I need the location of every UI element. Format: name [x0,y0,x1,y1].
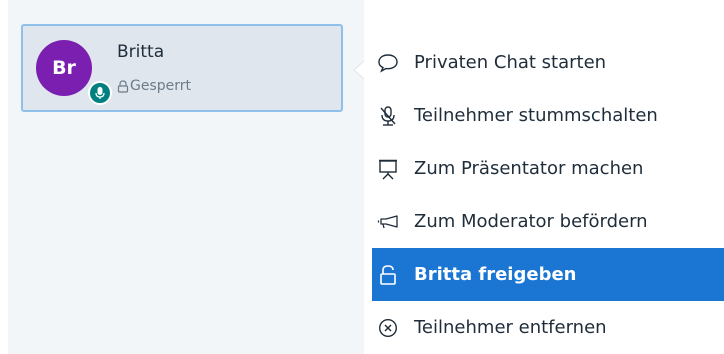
menu-item-label: Teilnehmer entfernen [414,317,607,338]
menu-item-unlock-user[interactable]: Britta freigeben [372,248,724,301]
menu-item-mute-participant[interactable]: Teilnehmer stummschalten [372,89,724,142]
menu-item-promote-moderator[interactable]: Zum Moderator befördern [372,195,724,248]
menu-item-label: Zum Präsentator machen [414,158,644,179]
lock-icon [117,79,129,93]
avatar-initials: Br [52,57,76,79]
mic-muted-icon [376,104,400,128]
menu-item-remove-participant[interactable]: Teilnehmer entfernen [372,301,724,354]
user-status-label: Gesperrt [130,78,192,94]
presentation-board-icon [376,157,400,181]
user-actions-menu: Privaten Chat starten Teilnehmer stummsc… [364,8,724,354]
microphone-icon [88,81,112,105]
chat-bubble-icon [376,51,400,75]
avatar[interactable]: Br [36,40,92,96]
menu-item-label: Zum Moderator befördern [414,211,648,232]
user-status: Gesperrt [117,78,191,94]
circle-x-icon [376,316,400,340]
menu-item-label: Britta freigeben [414,264,577,285]
menu-item-label: Teilnehmer stummschalten [414,105,658,126]
unlock-icon [376,263,400,287]
menu-item-label: Privaten Chat starten [414,52,607,73]
user-list-item[interactable]: Br Britta Gesperrt [21,24,343,112]
user-name: Britta [117,42,165,62]
menu-item-make-presenter[interactable]: Zum Präsentator machen [372,142,724,195]
megaphone-icon [376,210,400,234]
menu-item-private-chat[interactable]: Privaten Chat starten [372,36,724,89]
